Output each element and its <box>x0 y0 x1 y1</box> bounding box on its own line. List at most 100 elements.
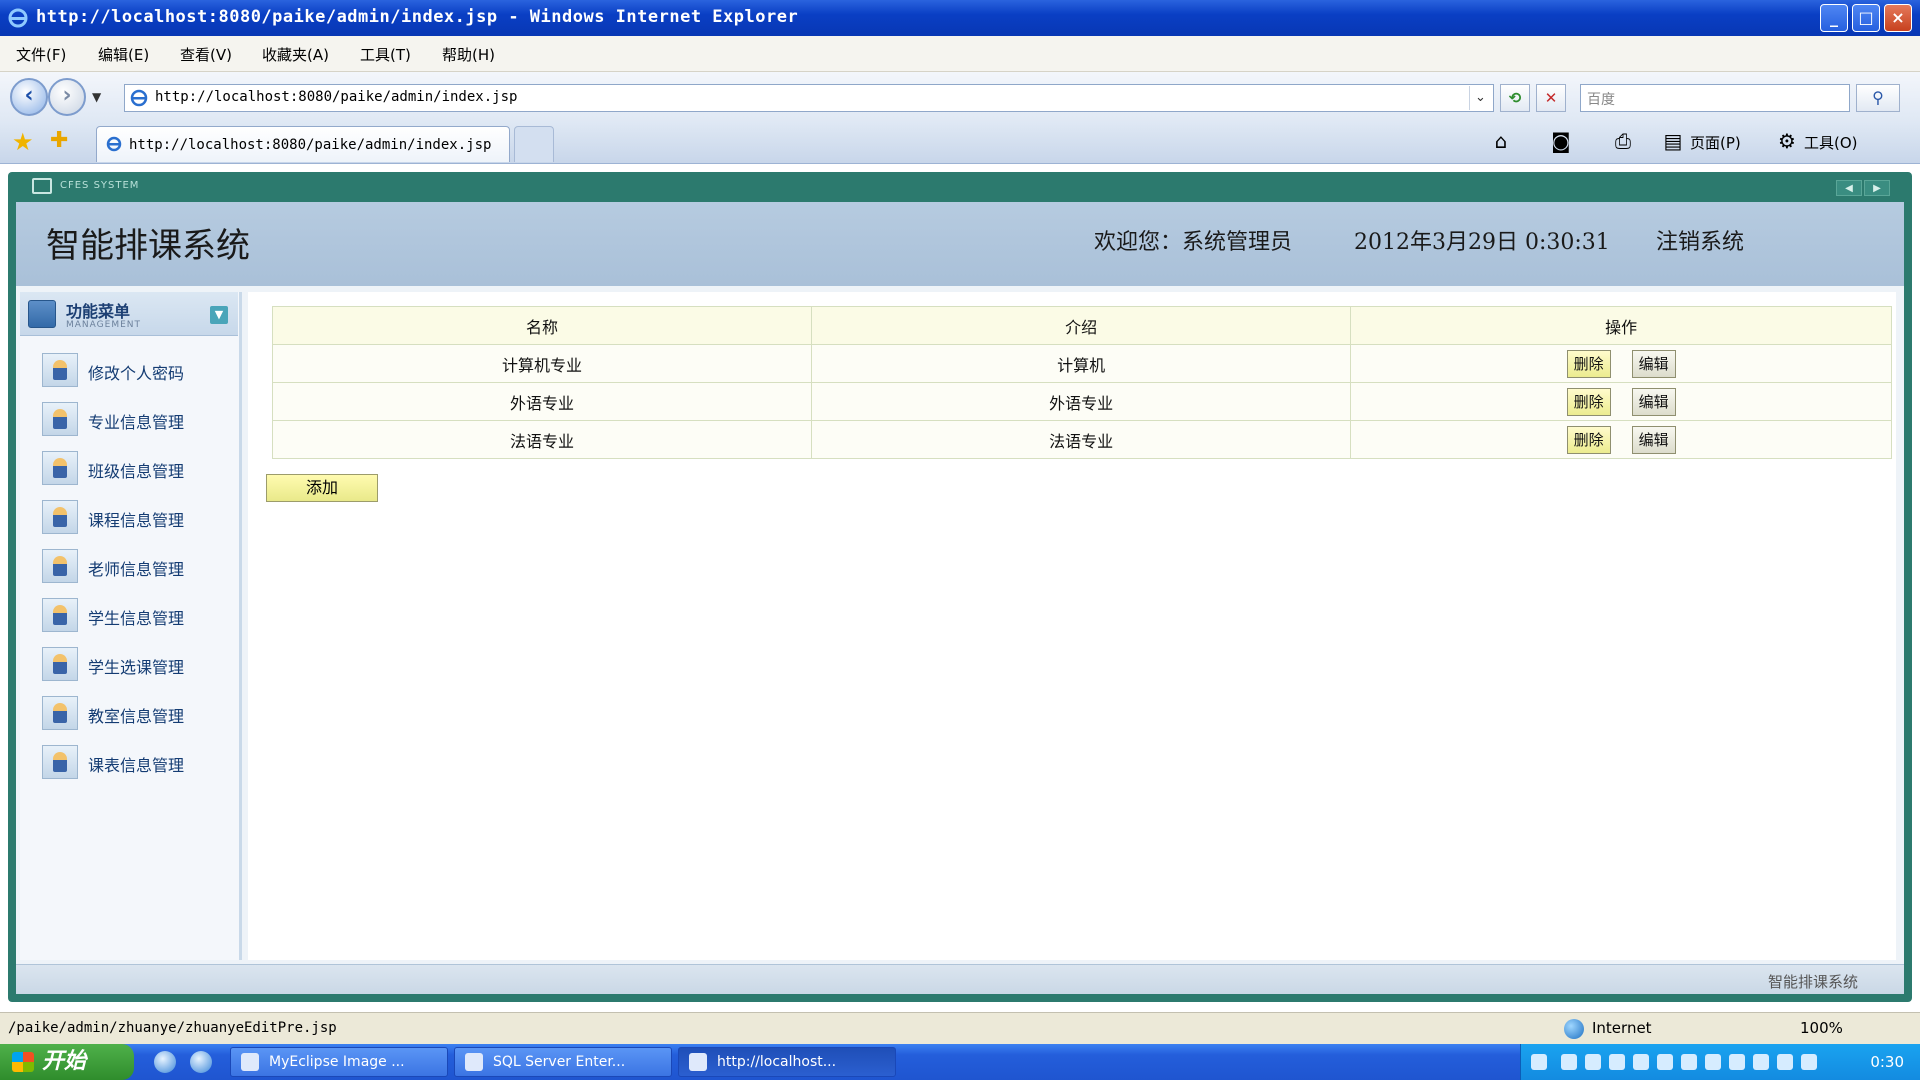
search-icon[interactable]: ⚲ <box>1856 84 1900 112</box>
qq-icon[interactable] <box>1609 1054 1625 1070</box>
menu-file[interactable]: 文件(F) <box>16 44 66 65</box>
delete-button[interactable]: 删除 <box>1566 349 1611 378</box>
tab-bar: ★ ✚ http://localhost:8080/paike/admin/in… <box>0 122 1920 164</box>
tab-ie-icon <box>106 136 122 152</box>
myeclipse-icon <box>241 1053 259 1071</box>
logout-link[interactable]: 注销系统 <box>1656 224 1744 256</box>
sidebar-header: 功能菜单 MANAGEMENT ▼ <box>20 292 238 336</box>
window-titlebar: http://localhost:8080/paike/admin/index.… <box>0 0 1920 36</box>
edit-button[interactable]: 编辑 <box>1631 387 1676 416</box>
menu-view[interactable]: 查看(V) <box>180 44 232 65</box>
address-dropdown-icon[interactable]: ⌄ <box>1469 86 1491 110</box>
taskbar: 开始 MyEclipse Image ... SQL Server Enter.… <box>0 1044 1920 1080</box>
cell-actions: 删除 编辑 <box>1350 344 1892 383</box>
menu-bar: 文件(F) 编辑(E) 查看(V) 收藏夹(A) 工具(T) 帮助(H) <box>0 36 1920 72</box>
sidebar-item-teacher[interactable]: 老师信息管理 <box>42 546 232 586</box>
menu-tools[interactable]: 工具(T) <box>360 44 411 65</box>
address-toolbar: ‹ › ▼ http://localhost:8080/paike/admin/… <box>0 72 1920 122</box>
ie-logo-icon <box>8 8 28 28</box>
zoom-level[interactable]: 100% <box>1800 1019 1843 1037</box>
sidebar-item-timetable[interactable]: 课表信息管理 <box>42 742 232 782</box>
welcome-text: 欢迎您：系统管理员 <box>1094 230 1293 255</box>
task-label: SQL Server Enter... <box>493 1054 626 1070</box>
tray-app-icon[interactable] <box>1657 1054 1673 1070</box>
menu-edit[interactable]: 编辑(E) <box>98 44 149 65</box>
keyboard-icon[interactable] <box>1531 1054 1547 1070</box>
tray-app-icon[interactable] <box>1681 1054 1697 1070</box>
refresh-icon[interactable]: ⟲ <box>1500 84 1530 112</box>
delete-button[interactable]: 删除 <box>1566 425 1611 454</box>
cell-intro: 外语专业 <box>811 382 1352 421</box>
sidebar-item-major[interactable]: 专业信息管理 <box>42 399 232 439</box>
delete-button[interactable]: 删除 <box>1566 387 1611 416</box>
sidebar-item-course[interactable]: 课程信息管理 <box>42 497 232 537</box>
page-viewport: CFES SYSTEM ◀ ▶ 智能排课系统 欢迎您：系统管理员 2012年3月… <box>0 164 1920 1012</box>
tray-app-icon[interactable] <box>1729 1054 1745 1070</box>
sidebar-item-classroom[interactable]: 教室信息管理 <box>42 693 232 733</box>
page-menu[interactable]: 页面(P) <box>1690 132 1741 153</box>
datetime-text: 2012年3月29日 0:30:31 <box>1354 230 1610 255</box>
favorites-star-icon[interactable]: ★ <box>12 128 34 156</box>
shield-icon[interactable] <box>1801 1054 1817 1070</box>
search-input[interactable]: 百度 <box>1580 84 1850 112</box>
cell-actions: 删除 编辑 <box>1350 382 1892 421</box>
sidebar-item-class[interactable]: 班级信息管理 <box>42 448 232 488</box>
back-arrow-icon[interactable]: ‹ <box>10 78 48 116</box>
task-sqlserver[interactable]: SQL Server Enter... <box>454 1047 672 1077</box>
tray-app-icon[interactable] <box>1753 1054 1769 1070</box>
sidebar-item-course-selection[interactable]: 学生选课管理 <box>42 644 232 684</box>
close-button[interactable]: × <box>1884 4 1912 32</box>
add-favorite-icon[interactable]: ✚ <box>50 128 68 153</box>
quicklaunch-browser-icon[interactable] <box>190 1051 212 1073</box>
edit-button[interactable]: 编辑 <box>1631 425 1676 454</box>
address-url[interactable]: http://localhost:8080/paike/admin/index.… <box>155 89 517 105</box>
tab-current[interactable]: http://localhost:8080/paike/admin/index.… <box>96 126 510 162</box>
sidebar-title: 功能菜单 <box>66 302 131 321</box>
task-label: http://localhost... <box>717 1054 837 1070</box>
user-icon <box>42 549 78 583</box>
add-button[interactable]: 添加 <box>266 474 378 502</box>
home-icon[interactable]: ⌂ <box>1490 130 1512 152</box>
clock[interactable]: 0:30 <box>1870 1053 1904 1071</box>
menu-help[interactable]: 帮助(H) <box>442 44 495 65</box>
sidebar-item-student[interactable]: 学生信息管理 <box>42 595 232 635</box>
tray-arrow-icon[interactable] <box>1561 1054 1577 1070</box>
scroll-left-icon[interactable]: ◀ <box>1836 180 1862 196</box>
history-dropdown-icon[interactable]: ▼ <box>92 90 101 104</box>
input-method-icon[interactable] <box>1777 1054 1793 1070</box>
cell-actions: 删除 编辑 <box>1350 420 1892 459</box>
user-icon <box>42 647 78 681</box>
table-header-row: 名称 介绍 操作 <box>271 306 1892 345</box>
sidebar-item-label: 老师信息管理 <box>88 560 185 579</box>
scroll-right-icon[interactable]: ▶ <box>1864 180 1890 196</box>
system-label: CFES SYSTEM <box>60 180 140 191</box>
new-tab-button[interactable] <box>514 126 554 162</box>
collapse-chevron-icon[interactable]: ▼ <box>210 306 228 324</box>
task-myeclipse[interactable]: MyEclipse Image ... <box>230 1047 448 1077</box>
sidebar-item-change-password[interactable]: 修改个人密码 <box>42 350 232 390</box>
forward-arrow-icon[interactable]: › <box>48 78 86 116</box>
network-icon[interactable] <box>1585 1054 1601 1070</box>
user-icon <box>42 745 78 779</box>
menu-favorites[interactable]: 收藏夹(A) <box>262 44 329 65</box>
cell-intro: 法语专业 <box>811 420 1352 459</box>
sidebar-item-label: 学生选课管理 <box>88 658 185 677</box>
start-button[interactable]: 开始 <box>0 1044 134 1080</box>
table-row: 外语专业 外语专业 删除 编辑 <box>271 382 1892 421</box>
minimize-button[interactable]: _ <box>1820 4 1848 32</box>
tools-menu[interactable]: 工具(O) <box>1804 132 1858 153</box>
tray-app-icon[interactable] <box>1705 1054 1721 1070</box>
maximize-button[interactable]: □ <box>1852 4 1880 32</box>
system-tray: 0:30 <box>1520 1044 1920 1080</box>
address-bar[interactable]: http://localhost:8080/paike/admin/index.… <box>124 84 1494 112</box>
edit-button[interactable]: 编辑 <box>1631 349 1676 378</box>
task-ie[interactable]: http://localhost... <box>678 1047 896 1077</box>
sidebar-item-label: 课表信息管理 <box>88 756 185 775</box>
quicklaunch-ie-icon[interactable] <box>154 1051 176 1073</box>
tray-app-icon[interactable] <box>1633 1054 1649 1070</box>
ie-icon <box>689 1053 707 1071</box>
print-icon[interactable]: ⎙ <box>1612 130 1634 152</box>
stop-icon[interactable]: ✕ <box>1536 84 1566 112</box>
feeds-icon[interactable]: ◙ <box>1550 130 1572 152</box>
sidebar-item-label: 课程信息管理 <box>88 511 185 530</box>
